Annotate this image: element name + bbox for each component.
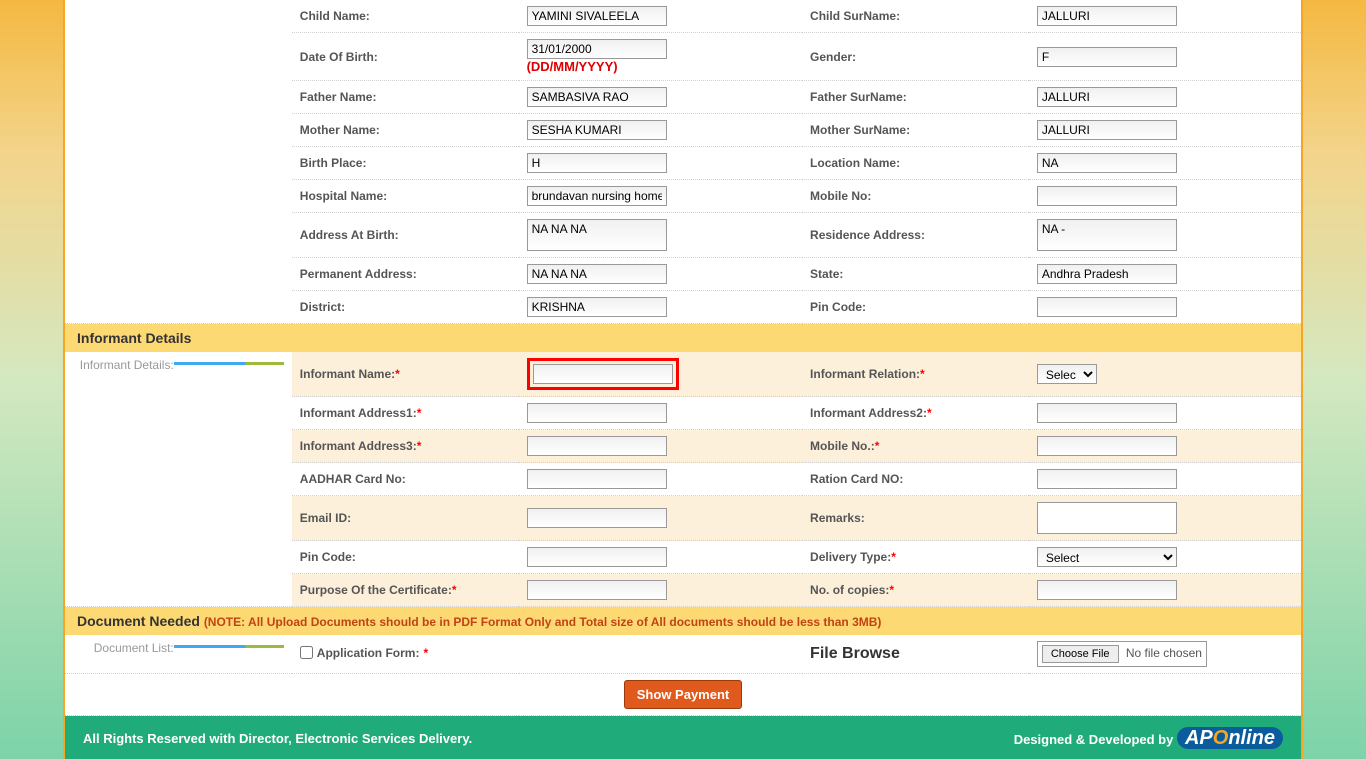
hospital-name-label: Hospital Name: — [292, 180, 519, 213]
email-input[interactable] — [527, 508, 667, 528]
mother-surname-label: Mother SurName: — [802, 114, 1029, 147]
mother-name-label: Mother Name: — [292, 114, 519, 147]
document-table: Document List: Application Form:* File B… — [65, 635, 1301, 716]
remarks-label: Remarks: — [810, 511, 865, 525]
permanent-address-input[interactable] — [527, 264, 667, 284]
dob-hint: (DD/MM/YYYY) — [527, 59, 618, 74]
ration-label: Ration Card NO: — [810, 472, 903, 486]
document-section-header: Document Needed (NOTE: All Upload Docume… — [65, 607, 1301, 635]
pincode-input[interactable] — [1037, 297, 1177, 317]
document-note: (NOTE: All Upload Documents should be in… — [204, 615, 882, 629]
delivery-type-label: Delivery Type: — [810, 550, 891, 564]
hospital-name-input[interactable] — [527, 186, 667, 206]
copies-input[interactable] — [1037, 580, 1177, 600]
father-name-input[interactable] — [527, 87, 667, 107]
ration-input[interactable] — [1037, 469, 1177, 489]
father-surname-input[interactable] — [1037, 87, 1177, 107]
district-input[interactable] — [527, 297, 667, 317]
district-label: District: — [292, 291, 519, 324]
mobile-no-label: Mobile No: — [802, 180, 1029, 213]
remarks-input[interactable] — [1037, 502, 1177, 534]
state-input[interactable] — [1037, 264, 1177, 284]
document-side-label: Document List: — [94, 641, 174, 663]
mother-name-input[interactable] — [527, 120, 667, 140]
informant-addr1-label: Informant Address1: — [300, 406, 417, 420]
child-surname-label: Child SurName: — [802, 0, 1029, 33]
child-surname-input[interactable] — [1037, 6, 1177, 26]
gender-label: Gender: — [802, 33, 1029, 81]
informant-addr1-input[interactable] — [527, 403, 667, 423]
informant-addr2-input[interactable] — [1037, 403, 1177, 423]
purpose-label: Purpose Of the Certificate: — [300, 583, 452, 597]
footer-left: All Rights Reserved with Director, Elect… — [83, 731, 472, 746]
location-name-label: Location Name: — [802, 147, 1029, 180]
mother-surname-input[interactable] — [1037, 120, 1177, 140]
residence-address-input[interactable]: NA - — [1037, 219, 1177, 251]
state-label: State: — [802, 258, 1029, 291]
informant-mobile-label: Mobile No.: — [810, 439, 875, 453]
dob-input[interactable] — [527, 39, 667, 59]
choose-file-button[interactable]: Choose File — [1042, 645, 1119, 663]
application-form-label: Application Form: — [317, 646, 420, 660]
child-name-input[interactable] — [527, 6, 667, 26]
informant-section-header: Informant Details — [65, 324, 1301, 352]
email-label: Email ID: — [300, 511, 351, 525]
informant-addr2-label: Informant Address2: — [810, 406, 927, 420]
location-name-input[interactable] — [1037, 153, 1177, 173]
pincode-label: Pin Code: — [802, 291, 1029, 324]
birthplace-label: Birth Place: — [292, 147, 519, 180]
informant-relation-label: Informant Relation: — [810, 367, 920, 381]
child-name-label: Child Name: — [292, 0, 519, 33]
child-details-table: Child Name: Child SurName: Date Of Birth… — [65, 0, 1301, 324]
address-birth-label: Address At Birth: — [292, 213, 519, 258]
informant-addr3-input[interactable] — [527, 436, 667, 456]
aadhar-input[interactable] — [527, 469, 667, 489]
mobile-no-input[interactable] — [1037, 186, 1177, 206]
informant-mobile-input[interactable] — [1037, 436, 1177, 456]
informant-section-title: Informant Details — [77, 330, 191, 346]
informant-addr3-label: Informant Address3: — [300, 439, 417, 453]
delivery-type-select[interactable]: Select — [1037, 547, 1177, 567]
informant-pincode-input[interactable] — [527, 547, 667, 567]
purpose-input[interactable] — [527, 580, 667, 600]
document-section-title: Document Needed — [77, 613, 200, 629]
father-name-label: Father Name: — [292, 81, 519, 114]
footer: All Rights Reserved with Director, Elect… — [65, 716, 1301, 759]
show-payment-button[interactable]: Show Payment — [624, 680, 742, 709]
dob-label: Date Of Birth: — [292, 33, 519, 81]
father-surname-label: Father SurName: — [802, 81, 1029, 114]
informant-pincode-label: Pin Code: — [300, 550, 356, 564]
gender-input[interactable] — [1037, 47, 1177, 67]
birthplace-input[interactable] — [527, 153, 667, 173]
footer-right: Designed & Developed by — [1014, 732, 1174, 747]
aadhar-label: AADHAR Card No: — [300, 472, 406, 486]
residence-address-label: Residence Address: — [802, 213, 1029, 258]
informant-relation-select[interactable]: Select — [1037, 364, 1097, 384]
address-birth-input[interactable]: NA NA NA — [527, 219, 667, 251]
file-browse-label: File Browse — [810, 645, 900, 662]
informant-name-label: Informant Name: — [300, 367, 395, 381]
informant-table: Informant Details: Informant Name:* Info… — [65, 352, 1301, 607]
application-form-checkbox[interactable] — [300, 646, 313, 659]
copies-label: No. of copies: — [810, 583, 889, 597]
informant-side-label: Informant Details: — [80, 358, 174, 380]
informant-name-input[interactable] — [533, 364, 673, 384]
aponline-logo: APOnline — [1177, 727, 1283, 749]
permanent-address-label: Permanent Address: — [292, 258, 519, 291]
no-file-text: No file chosen — [1126, 646, 1202, 660]
